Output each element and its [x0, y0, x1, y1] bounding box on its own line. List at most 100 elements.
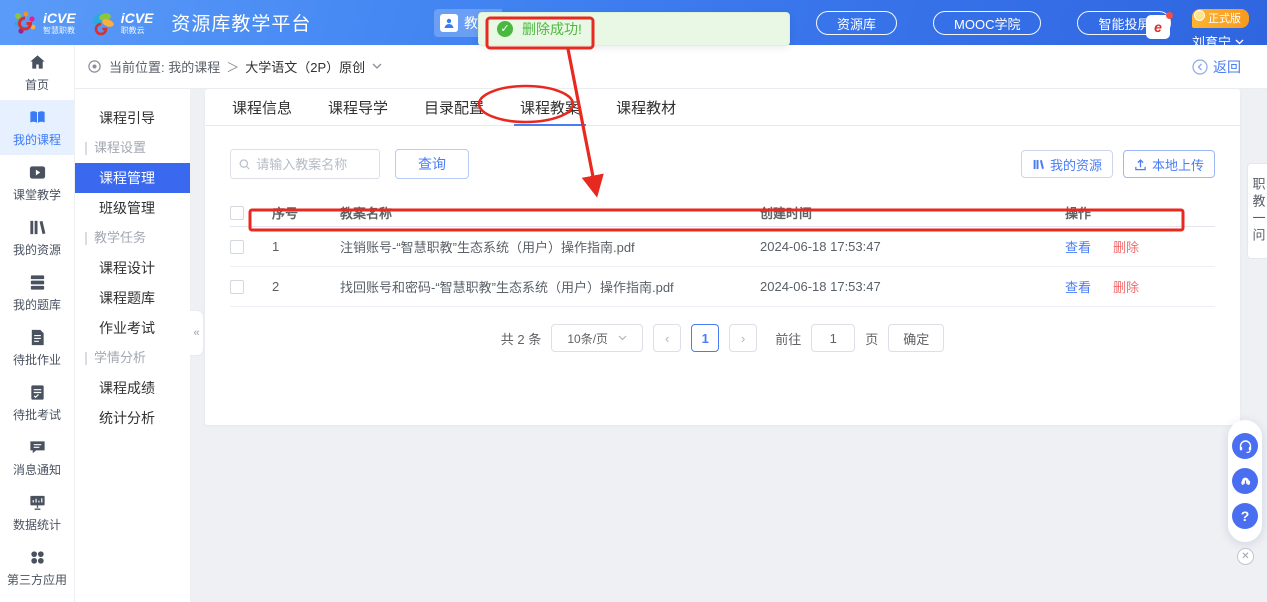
delete-link[interactable]: 删除 — [1113, 277, 1139, 296]
download-button[interactable] — [1232, 468, 1258, 494]
current-page-button[interactable]: 1 — [691, 324, 719, 352]
submenu-item-course-question-bank[interactable]: 课程题库 — [75, 283, 190, 313]
sidebar-item-home[interactable]: 首页 — [0, 45, 74, 100]
submenu-item-course-design[interactable]: 课程设计 — [75, 253, 190, 283]
sidebar-item-pending-homework[interactable]: 待批作业 — [0, 320, 74, 375]
view-link[interactable]: 查看 — [1065, 277, 1091, 296]
lesson-plan-name: 注销账号-“智慧职教”生态系统（用户）操作指南.pdf — [340, 237, 760, 256]
sidebar-item-pending-exams[interactable]: 待批考试 — [0, 375, 74, 430]
submenu-item-course-intro[interactable]: 课程引导 — [75, 103, 190, 133]
table-row: 1 注销账号-“智慧职教”生态系统（用户）操作指南.pdf 2024-06-18… — [230, 227, 1215, 267]
user-zone: e 正式版 刘育宁 — [1146, 4, 1249, 51]
submenu-item-course-grades[interactable]: 课程成绩 — [75, 373, 190, 403]
pagination: 共 2 条 10条/页 ‹ 1 › 前往 页 确定 — [205, 324, 1240, 352]
back-button[interactable]: 返回 — [1192, 57, 1241, 77]
apps-grid-icon — [28, 548, 47, 567]
submenu-group-teaching-tasks: 教学任务 — [75, 223, 190, 253]
col-actions: 操作 — [1065, 203, 1215, 222]
row-checkbox[interactable] — [230, 240, 244, 254]
select-all-checkbox[interactable] — [230, 206, 244, 220]
search-input[interactable] — [256, 157, 371, 172]
sidebar-item-third-party-apps[interactable]: 第三方应用 — [0, 540, 74, 595]
breadcrumb-root[interactable]: 我的课程 — [168, 57, 220, 76]
toolbar-actions: 我的资源 本地上传 — [1021, 150, 1215, 178]
next-page-button[interactable]: › — [729, 324, 757, 352]
submenu-collapse-handle[interactable]: « — [190, 310, 204, 356]
local-upload-button[interactable]: 本地上传 — [1123, 150, 1215, 178]
success-check-icon: ✓ — [497, 21, 513, 37]
submenu-item-homework-exam[interactable]: 作业考试 — [75, 313, 190, 343]
sidebar-item-data-statistics[interactable]: 数据统计 — [0, 485, 74, 540]
tab-course-guide[interactable]: 课程导学 — [326, 89, 390, 125]
resource-lib-button[interactable]: 资源库 — [816, 11, 897, 35]
icve-zhijiaoyun-logo-text: iCVE 职教云 — [121, 11, 154, 35]
submenu-item-statistical-analysis[interactable]: 统计分析 — [75, 403, 190, 433]
platform-title: 资源库教学平台 — [171, 9, 311, 36]
sidebar-item-my-courses[interactable]: 我的课程 — [0, 100, 74, 155]
brand-area: iCVE 智慧职教 iCVE 职教云 资源库教学平台 — [12, 9, 311, 36]
submenu-group-learning-analysis: 学情分析 — [75, 343, 190, 373]
row-index: 1 — [272, 239, 340, 254]
chevron-down-icon — [1235, 39, 1244, 45]
my-resources-button[interactable]: 我的资源 — [1021, 150, 1113, 178]
upload-icon — [1134, 158, 1147, 171]
page-size-select[interactable]: 10条/页 — [551, 324, 643, 352]
col-name: 教案名称 — [340, 203, 760, 222]
submenu-item-class-management[interactable]: 班级管理 — [75, 193, 190, 223]
breadcrumb-separator: ＞ — [226, 57, 239, 76]
sidebar-item-my-question-bank[interactable]: 我的题库 — [0, 265, 74, 320]
help-button[interactable]: ? — [1232, 503, 1258, 529]
view-link[interactable]: 查看 — [1065, 237, 1091, 256]
total-count: 共 2 条 — [501, 329, 541, 348]
location-icon — [87, 59, 102, 74]
library-icon — [28, 218, 47, 237]
mooc-button[interactable]: MOOC学院 — [933, 11, 1041, 35]
icve-zhihuizhijiao-logo-icon — [12, 10, 38, 36]
primary-sidebar: 首页 我的课程 课堂教学 我的资源 我的题库 待批作业 待批考试 消息通知 数据… — [0, 45, 75, 602]
success-toast: ✓ 删除成功! — [478, 12, 790, 46]
search-icon — [239, 158, 250, 171]
floating-toolbar: ? — [1228, 420, 1262, 542]
version-badge: 正式版 — [1192, 9, 1249, 28]
course-switch-chevron-icon[interactable] — [372, 63, 382, 70]
sidebar-item-my-resources[interactable]: 我的资源 — [0, 210, 74, 265]
sidebar-item-classroom-teaching[interactable]: 课堂教学 — [0, 155, 74, 210]
question-bank-icon — [28, 273, 47, 292]
chevron-down-icon — [618, 335, 627, 341]
teacher-icon — [440, 14, 458, 32]
medal-icon — [1194, 10, 1205, 21]
app-shortcut-icon[interactable]: e — [1146, 15, 1170, 39]
user-menu[interactable]: 刘育宁 — [1192, 32, 1244, 51]
prev-page-button[interactable]: ‹ — [653, 324, 681, 352]
username: 刘育宁 — [1192, 32, 1231, 51]
course-tabs: 课程信息 课程导学 目录配置 课程教案 课程教材 — [205, 89, 1240, 126]
breadcrumb-bar: 当前位置: 我的课程 ＞ 大学语文（2P）原创 返回 — [75, 45, 1267, 89]
homework-doc-icon — [28, 328, 47, 347]
breadcrumb-prefix: 当前位置: — [109, 57, 165, 76]
delete-link[interactable]: 删除 — [1113, 237, 1139, 256]
zhijiao-yiwen-tab[interactable]: 职教一问 — [1247, 163, 1267, 259]
row-checkbox[interactable] — [230, 280, 244, 294]
sidebar-item-messages[interactable]: 消息通知 — [0, 430, 74, 485]
confirm-button[interactable]: 确定 — [888, 324, 944, 352]
query-button[interactable]: 查询 — [395, 149, 469, 179]
cloud-download-icon — [1238, 474, 1253, 489]
my-resources-icon — [1032, 158, 1045, 171]
breadcrumb-current[interactable]: 大学语文（2P）原创 — [245, 57, 365, 76]
tab-lesson-plans[interactable]: 课程教案 — [518, 89, 582, 125]
submenu-item-course-management[interactable]: 课程管理 — [75, 163, 190, 193]
page-unit-label: 页 — [865, 329, 878, 348]
search-box[interactable] — [230, 149, 380, 179]
header-nav: 资源库 MOOC学院 智能投屏 — [816, 11, 1171, 35]
floating-close-icon[interactable]: ✕ — [1237, 548, 1254, 565]
customer-service-button[interactable] — [1232, 433, 1258, 459]
notification-dot — [1166, 12, 1173, 19]
tab-course-info[interactable]: 课程信息 — [230, 89, 294, 125]
stats-board-icon — [28, 493, 47, 512]
goto-page-input[interactable] — [811, 324, 855, 352]
tab-course-textbook[interactable]: 课程教材 — [614, 89, 678, 125]
video-play-icon — [28, 163, 47, 182]
tab-catalog-config[interactable]: 目录配置 — [422, 89, 486, 125]
home-icon — [28, 53, 47, 72]
open-book-icon — [28, 108, 47, 127]
